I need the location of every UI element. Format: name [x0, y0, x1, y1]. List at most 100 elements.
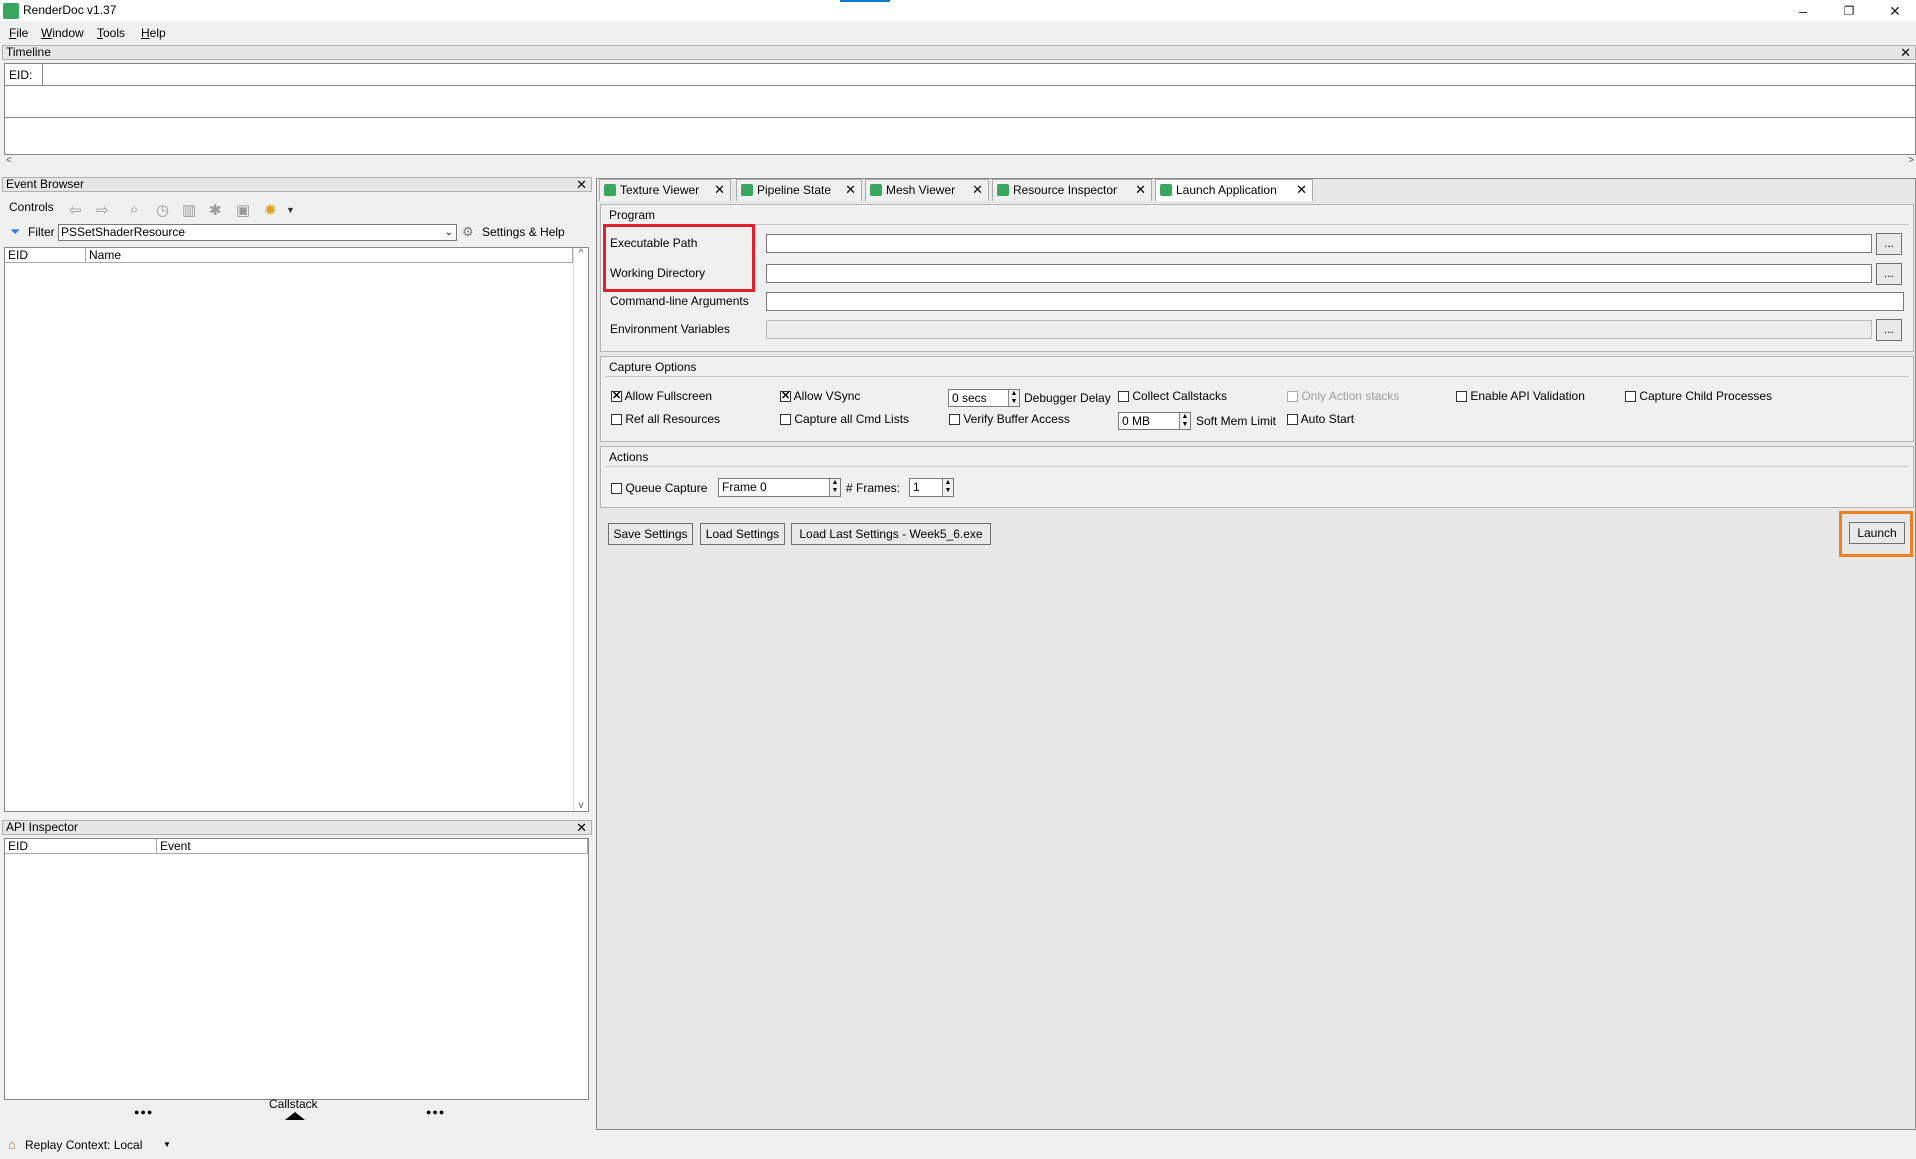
spin-arrows-icon[interactable]: ▲ ▼ [942, 479, 953, 496]
event-list-scrollbar[interactable]: ^ v [573, 248, 588, 811]
back-arrow-icon[interactable]: ⇦ [69, 201, 82, 219]
column-header-event[interactable]: Event [157, 839, 588, 853]
chevron-down-icon[interactable]: ▼ [163, 1140, 171, 1149]
launch-button[interactable]: Launch [1849, 522, 1905, 544]
close-icon[interactable]: ✕ [576, 178, 587, 191]
capture-all-cmd-lists-checkbox[interactable]: Capture all Cmd Lists [780, 412, 909, 426]
checkbox-label: Capture all Cmd Lists [794, 412, 910, 426]
browse-working-directory-button[interactable]: ... [1876, 263, 1902, 285]
tab-mesh-viewer[interactable]: Mesh Viewer ✕ [865, 179, 989, 201]
browse-executable-button[interactable]: ... [1876, 233, 1902, 255]
checkbox-box[interactable] [611, 414, 622, 426]
load-settings-button[interactable]: Load Settings [700, 523, 785, 545]
bookmark-icon[interactable]: ▥ [182, 201, 196, 219]
scroll-up-icon[interactable]: ^ [574, 248, 588, 259]
capture-frame-spinbox[interactable]: Frame 0 ▲ ▼ [718, 478, 841, 497]
cmdline-args-input[interactable] [766, 292, 1904, 311]
checkbox-box [1287, 391, 1298, 403]
checkbox-box[interactable] [949, 414, 960, 426]
scroll-down-icon[interactable]: v [574, 800, 588, 811]
save-icon[interactable]: ▣ [236, 201, 250, 219]
spin-arrows-icon[interactable]: ▲ ▼ [1179, 413, 1190, 429]
scroll-left-icon[interactable]: < [6, 156, 12, 166]
checkbox-box[interactable] [611, 483, 622, 495]
column-header-eid[interactable]: EID [5, 248, 86, 262]
ref-all-resources-checkbox[interactable]: Ref all Resources [611, 412, 720, 426]
debugger-delay-spinbox[interactable]: 0 secs ▲ ▼ [948, 389, 1020, 407]
timeline-area[interactable]: EID: [4, 63, 1916, 155]
tab-launch-application[interactable]: Launch Application ✕ [1155, 179, 1313, 201]
capture-child-processes-checkbox[interactable]: Capture Child Processes [1625, 389, 1772, 403]
replay-context-label[interactable]: Replay Context: Local [25, 1138, 142, 1152]
timeline-scrollbar[interactable]: < > [4, 156, 1916, 166]
num-frames-spinbox[interactable]: 1 ▲ ▼ [909, 478, 954, 497]
close-icon[interactable]: ✕ [845, 180, 856, 200]
collect-callstacks-checkbox[interactable]: Collect Callstacks [1118, 389, 1227, 403]
auto-start-checkbox[interactable]: Auto Start [1287, 412, 1354, 426]
close-icon[interactable]: ✕ [972, 180, 983, 200]
menu-window[interactable]: Window [41, 26, 84, 40]
menu-file[interactable]: File [9, 26, 28, 40]
callstack-label[interactable]: Callstack [269, 1097, 318, 1111]
window-title: RenderDoc v1.37 [23, 3, 117, 17]
checkbox-box[interactable] [1287, 414, 1298, 426]
chevron-down-icon[interactable]: ⌄ [445, 225, 453, 240]
allow-fullscreen-checkbox[interactable]: Allow Fullscreen [611, 389, 712, 403]
tab-texture-viewer[interactable]: Texture Viewer ✕ [599, 179, 731, 201]
api-event-list[interactable]: EID Event [4, 838, 589, 1100]
checkbox-box[interactable] [611, 389, 622, 403]
soft-mem-limit-spinbox[interactable]: 0 MB ▲ ▼ [1118, 412, 1191, 430]
timeline-divider [5, 117, 1915, 118]
allow-vsync-checkbox[interactable]: Allow VSync [780, 389, 860, 403]
menu-help[interactable]: Help [141, 26, 166, 40]
restore-button[interactable]: ❐ [1829, 2, 1869, 20]
checkbox-box[interactable] [780, 414, 791, 426]
column-header-name[interactable]: Name [86, 248, 573, 262]
find-icon[interactable]: ⌕ [130, 201, 138, 218]
edit-env-vars-button[interactable]: ... [1876, 319, 1902, 341]
settings-help-button[interactable]: Settings & Help [482, 225, 565, 239]
close-icon[interactable]: ✕ [576, 821, 587, 834]
tab-pipeline-state[interactable]: Pipeline State ✕ [736, 179, 862, 201]
checkbox-box[interactable] [1625, 391, 1636, 403]
gear-icon[interactable]: ⚙ [462, 224, 474, 240]
tab-resource-inspector[interactable]: Resource Inspector ✕ [992, 179, 1152, 201]
verify-buffer-access-checkbox[interactable]: Verify Buffer Access [949, 412, 1070, 426]
queue-capture-checkbox[interactable]: Queue Capture [611, 481, 707, 495]
spin-arrows-icon[interactable]: ▲ ▼ [1008, 390, 1019, 406]
checkbox-box[interactable] [1118, 391, 1129, 403]
close-icon[interactable]: ✕ [1900, 46, 1911, 59]
load-last-settings-button[interactable]: Load Last Settings - Week5_6.exe [791, 523, 991, 545]
chevron-down-icon[interactable]: ▼ [286, 205, 295, 215]
event-list-header: EID Name [5, 248, 573, 263]
working-directory-input[interactable] [766, 264, 1872, 283]
save-settings-button[interactable]: Save Settings [608, 523, 693, 545]
callstack-expand-icon[interactable] [285, 1112, 305, 1120]
column-header-eid[interactable]: EID [5, 839, 157, 853]
checkbox-box[interactable] [1456, 391, 1467, 403]
colors-icon[interactable]: ✹ [264, 201, 277, 219]
splitter-dots-icon[interactable]: ●●● [134, 1107, 153, 1117]
menu-tools[interactable]: Tools [97, 26, 125, 40]
scroll-right-icon[interactable]: > [1908, 156, 1914, 166]
checkbox-box[interactable] [780, 389, 791, 403]
api-inspector-title-label: API Inspector [6, 820, 79, 834]
timer-icon[interactable]: ◷ [156, 201, 169, 219]
api-list-header: EID Event [5, 839, 588, 854]
close-icon[interactable]: ✕ [1135, 180, 1146, 200]
expand-icon[interactable]: ✱ [209, 201, 222, 219]
forward-arrow-icon[interactable]: ⇨ [96, 201, 109, 219]
executable-path-input[interactable] [766, 234, 1872, 253]
close-icon[interactable]: ✕ [714, 180, 725, 200]
soft-mem-limit-value: 0 MB [1122, 414, 1151, 428]
filter-input[interactable]: PSSetShaderResource ⌄ [58, 224, 457, 241]
splitter-dots-icon[interactable]: ●●● [426, 1107, 445, 1117]
event-list[interactable]: EID Name ^ v [4, 247, 589, 812]
close-icon[interactable]: ✕ [1296, 180, 1307, 200]
enable-api-validation-checkbox[interactable]: Enable API Validation [1456, 389, 1585, 403]
spin-arrows-icon[interactable]: ▲ ▼ [829, 479, 840, 496]
checkbox-label: Ref all Resources [625, 412, 721, 426]
close-window-button[interactable]: ✕ [1875, 2, 1915, 20]
minimize-button[interactable]: – [1783, 2, 1823, 20]
actions-group: Actions [600, 446, 1914, 508]
